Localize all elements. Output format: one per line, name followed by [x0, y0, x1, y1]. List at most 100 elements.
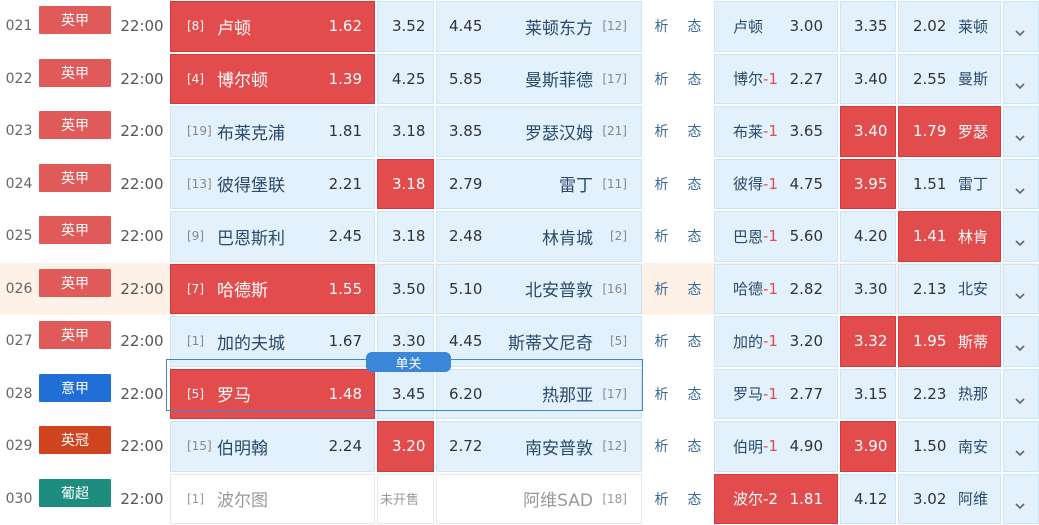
- chevron-down-icon[interactable]: [1013, 289, 1027, 303]
- handicap-away-cell[interactable]: 2.23热那: [898, 369, 1001, 420]
- home-win-cell[interactable]: [8]卢顿1.62: [170, 1, 375, 52]
- handicap-draw-cell[interactable]: 3.35: [840, 1, 896, 52]
- form-link[interactable]: 态: [684, 279, 706, 299]
- analysis-link[interactable]: 析: [651, 331, 673, 351]
- form-link[interactable]: 态: [684, 174, 706, 194]
- league-badge[interactable]: 英甲: [39, 6, 111, 34]
- handicap-home-cell[interactable]: 布莱-13.65: [714, 106, 838, 157]
- handicap-home-cell[interactable]: 彼得-14.75: [714, 159, 838, 210]
- league-badge[interactable]: 英冠: [39, 426, 111, 454]
- home-win-cell[interactable]: [5]罗马1.48: [170, 369, 375, 420]
- chevron-down-icon[interactable]: [1013, 79, 1027, 93]
- league-badge[interactable]: 英甲: [39, 59, 111, 87]
- analysis-link[interactable]: 析: [651, 16, 673, 36]
- handicap-home-cell[interactable]: 加的-13.20: [714, 316, 838, 367]
- handicap-away-cell[interactable]: 1.51雷丁: [898, 159, 1001, 210]
- handicap-away-cell[interactable]: 1.95斯蒂: [898, 316, 1001, 367]
- draw-cell[interactable]: 3.20: [377, 421, 434, 472]
- away-win-cell[interactable]: 阿维SAD[18]: [436, 474, 642, 525]
- home-win-cell[interactable]: [7]哈德斯1.55: [170, 264, 375, 315]
- handicap-draw-cell[interactable]: 3.95: [840, 159, 896, 210]
- handicap-draw-cell[interactable]: 4.20: [840, 211, 896, 262]
- handicap-draw-cell[interactable]: 3.40: [840, 54, 896, 105]
- away-win-cell[interactable]: 2.79雷丁[11]: [436, 159, 642, 210]
- handicap-home-cell[interactable]: 伯明-14.90: [714, 421, 838, 472]
- home-win-cell[interactable]: [15]伯明翰2.24: [170, 421, 375, 472]
- chevron-down-icon[interactable]: [1013, 341, 1027, 355]
- chevron-down-icon[interactable]: [1013, 26, 1027, 40]
- form-link[interactable]: 态: [684, 16, 706, 36]
- handicap-draw-odd: 3.95: [854, 160, 887, 209]
- draw-cell[interactable]: 未开售: [377, 474, 434, 525]
- form-link[interactable]: 态: [684, 69, 706, 89]
- away-win-cell[interactable]: 3.85罗瑟汉姆[21]: [436, 106, 642, 157]
- chevron-down-icon[interactable]: [1013, 394, 1027, 408]
- handicap-home-cell[interactable]: 罗马-12.77: [714, 369, 838, 420]
- league-badge[interactable]: 英甲: [39, 321, 111, 349]
- handicap-draw-cell[interactable]: 3.30: [840, 264, 896, 315]
- form-link[interactable]: 态: [684, 384, 706, 404]
- handicap-home-cell[interactable]: 哈德-12.82: [714, 264, 838, 315]
- draw-cell[interactable]: 3.18: [377, 106, 434, 157]
- league-badge[interactable]: 英甲: [39, 164, 111, 192]
- home-win-cell[interactable]: [19]布莱克浦1.81: [170, 106, 375, 157]
- handicap-home-cell[interactable]: 卢顿3.00: [714, 1, 838, 52]
- draw-cell[interactable]: 4.25: [377, 54, 434, 105]
- analysis-link[interactable]: 析: [651, 436, 673, 456]
- away-win-cell[interactable]: 5.85曼斯菲德[17]: [436, 54, 642, 105]
- chevron-down-icon[interactable]: [1013, 499, 1027, 513]
- league-badge[interactable]: 葡超: [39, 479, 111, 507]
- chevron-down-icon[interactable]: [1013, 184, 1027, 198]
- chevron-down-icon[interactable]: [1013, 446, 1027, 460]
- away-win-cell[interactable]: 6.20热那亚[17]: [436, 369, 642, 420]
- handicap-draw-cell[interactable]: 3.15: [840, 369, 896, 420]
- handicap-away-cell[interactable]: 1.50南安: [898, 421, 1001, 472]
- analysis-link[interactable]: 析: [651, 279, 673, 299]
- handicap-away-cell[interactable]: 2.02莱顿: [898, 1, 1001, 52]
- away-win-cell[interactable]: 4.45斯蒂文尼奇[5]: [436, 316, 642, 367]
- analysis-link[interactable]: 析: [651, 121, 673, 141]
- analysis-link[interactable]: 析: [651, 174, 673, 194]
- home-win-cell[interactable]: [9]巴恩斯利2.45: [170, 211, 375, 262]
- handicap-away-cell[interactable]: 1.79罗瑟: [898, 106, 1001, 157]
- form-link[interactable]: 态: [684, 121, 706, 141]
- handicap-away-cell[interactable]: 2.55曼斯: [898, 54, 1001, 105]
- away-win-cell[interactable]: 4.45莱顿东方[12]: [436, 1, 642, 52]
- draw-cell[interactable]: 3.45: [377, 369, 434, 420]
- home-win-cell[interactable]: [13]彼得堡联2.21: [170, 159, 375, 210]
- league-badge[interactable]: 意甲: [39, 374, 111, 402]
- chevron-down-icon[interactable]: [1013, 131, 1027, 145]
- away-win-cell[interactable]: 5.10北安普敦[16]: [436, 264, 642, 315]
- chevron-down-icon[interactable]: [1013, 236, 1027, 250]
- draw-cell[interactable]: 3.18: [377, 159, 434, 210]
- handicap-draw-cell[interactable]: 4.12: [840, 474, 896, 525]
- form-link[interactable]: 态: [684, 489, 706, 509]
- handicap-away-cell[interactable]: 1.41林肯: [898, 211, 1001, 262]
- handicap-away-cell[interactable]: 2.13北安: [898, 264, 1001, 315]
- home-win-cell[interactable]: [4]博尔顿1.39: [170, 54, 375, 105]
- analysis-link[interactable]: 析: [651, 489, 673, 509]
- home-win-cell[interactable]: [1]波尔图: [170, 474, 375, 525]
- league-badge[interactable]: 英甲: [39, 269, 111, 297]
- form-link[interactable]: 态: [684, 436, 706, 456]
- handicap-home-cell[interactable]: 巴恩-15.60: [714, 211, 838, 262]
- away-win-cell[interactable]: 2.72南安普敦[12]: [436, 421, 642, 472]
- handicap-away-cell[interactable]: 3.02阿维: [898, 474, 1001, 525]
- handicap-draw-cell[interactable]: 3.90: [840, 421, 896, 472]
- handicap-draw-cell[interactable]: 3.32: [840, 316, 896, 367]
- handicap-home-cell[interactable]: 波尔-21.81: [714, 474, 838, 525]
- league-badge[interactable]: 英甲: [39, 111, 111, 139]
- form-link[interactable]: 态: [684, 331, 706, 351]
- league-badge[interactable]: 英甲: [39, 216, 111, 244]
- draw-cell[interactable]: 3.52: [377, 1, 434, 52]
- form-link[interactable]: 态: [684, 226, 706, 246]
- analysis-link[interactable]: 析: [651, 226, 673, 246]
- draw-cell[interactable]: 3.50: [377, 264, 434, 315]
- analysis-link[interactable]: 析: [651, 69, 673, 89]
- away-win-cell[interactable]: 2.48林肯城[2]: [436, 211, 642, 262]
- handicap-draw-cell[interactable]: 3.40: [840, 106, 896, 157]
- home-win-cell[interactable]: [1]加的夫城1.67: [170, 316, 375, 367]
- draw-cell[interactable]: 3.18: [377, 211, 434, 262]
- analysis-link[interactable]: 析: [651, 384, 673, 404]
- handicap-home-cell[interactable]: 博尔-12.27: [714, 54, 838, 105]
